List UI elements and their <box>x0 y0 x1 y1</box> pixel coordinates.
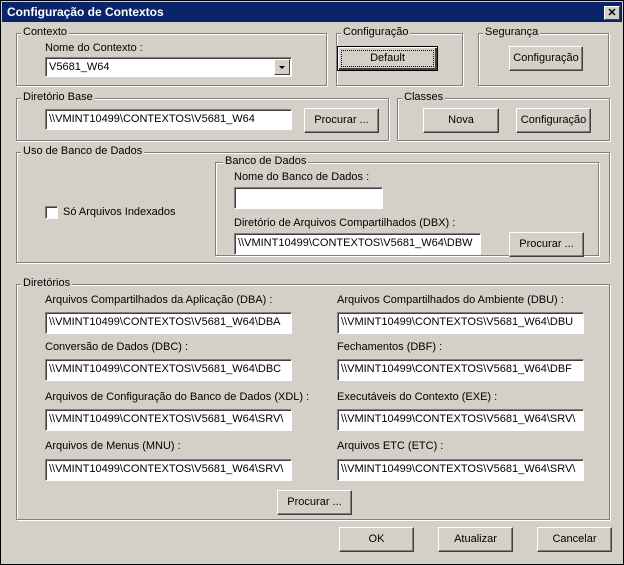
base-directory-value: \\VMINT10499\CONTEXTOS\V5681_W64 <box>49 113 255 125</box>
dbx-value: \\VMINT10499\CONTEXTOS\V5681_W64\DBW <box>238 237 473 249</box>
atualizar-button[interactable]: Atualizar <box>438 527 513 552</box>
dbx-field[interactable]: \\VMINT10499\CONTEXTOS\V5681_W64\DBW <box>234 233 481 255</box>
dbf-field[interactable]: \\VMINT10499\CONTEXTOS\V5681_W64\DBF <box>337 359 584 381</box>
security-config-label: Configuração <box>513 52 579 64</box>
xdl-label: Arquivos de Configuração do Banco de Dad… <box>45 391 310 403</box>
uso-banco-legend: Uso de Banco de Dados <box>21 145 145 158</box>
diretorios-legend: Diretórios <box>21 277 73 290</box>
etc-value: \\VMINT10499\CONTEXTOS\V5681_W64\SRV\ <box>341 463 576 475</box>
seguranca-legend: Segurança <box>483 26 541 39</box>
ok-button[interactable]: OK <box>339 527 414 552</box>
dbc-field[interactable]: \\VMINT10499\CONTEXTOS\V5681_W64\DBC <box>45 359 292 381</box>
dbu-label: Arquivos Compartilhados do Ambiente (DBU… <box>337 294 564 306</box>
security-config-button[interactable]: Configuração <box>509 46 583 71</box>
classes-legend: Classes <box>402 91 446 104</box>
dbc-value: \\VMINT10499\CONTEXTOS\V5681_W64\DBC <box>49 363 282 375</box>
exe-field[interactable]: \\VMINT10499\CONTEXTOS\V5681_W64\SRV\ <box>337 409 584 431</box>
indexed-files-label[interactable]: Só Arquivos Indexados <box>63 206 176 219</box>
db-name-field[interactable] <box>234 187 383 209</box>
dba-value: \\VMINT10499\CONTEXTOS\V5681_W64\DBA <box>49 316 281 328</box>
window-title: Configuração de Contextos <box>7 5 164 19</box>
dba-label: Arquivos Compartilhados da Aplicação (DB… <box>45 294 273 306</box>
xdl-value: \\VMINT10499\CONTEXTOS\V5681_W64\SRV\ <box>49 413 284 425</box>
dbx-label: Diretório de Arquivos Compartilhados (DB… <box>234 217 456 229</box>
dbc-label: Conversão de Dados (DBC) : <box>45 341 189 353</box>
exe-value: \\VMINT10499\CONTEXTOS\V5681_W64\SRV\ <box>341 413 576 425</box>
nova-button[interactable]: Nova <box>423 108 499 133</box>
cancelar-button-label: Cancelar <box>552 533 597 545</box>
dirs-browse-label: Procurar ... <box>287 496 342 508</box>
banco-dados-legend: Banco de Dados <box>223 155 309 168</box>
dba-field[interactable]: \\VMINT10499\CONTEXTOS\V5681_W64\DBA <box>45 312 292 334</box>
close-icon: ✕ <box>607 7 617 19</box>
configuracao-legend: Configuração <box>341 26 411 39</box>
ok-button-label: OK <box>368 533 385 545</box>
db-browse-label: Procurar ... <box>519 238 574 250</box>
dialog-window: Configuração de Contextos ✕ Contexto Nom… <box>0 0 624 565</box>
title-bar[interactable]: Configuração de Contextos ✕ <box>2 2 622 22</box>
focus-rect <box>341 50 434 67</box>
chevron-down-icon[interactable] <box>274 59 290 75</box>
classes-config-button[interactable]: Configuração <box>516 108 591 133</box>
base-browse-button[interactable]: Procurar ... <box>304 108 379 133</box>
dbf-label: Fechamentos (DBF) : <box>337 341 443 353</box>
context-name-value: V5681_W64 <box>49 61 110 73</box>
db-name-label: Nome do Banco de Dados : <box>234 171 370 183</box>
dirs-browse-button[interactable]: Procurar ... <box>277 490 352 515</box>
close-button[interactable]: ✕ <box>604 6 620 20</box>
cancelar-button[interactable]: Cancelar <box>537 527 612 552</box>
db-browse-button[interactable]: Procurar ... <box>509 232 584 257</box>
default-button[interactable]: Default <box>337 46 438 71</box>
xdl-field[interactable]: \\VMINT10499\CONTEXTOS\V5681_W64\SRV\ <box>45 409 292 431</box>
atualizar-button-label: Atualizar <box>454 533 497 545</box>
exe-label: Executáveis do Contexto (EXE) : <box>337 391 498 403</box>
base-browse-label: Procurar ... <box>314 114 369 126</box>
mnu-label: Arquivos de Menus (MNU) : <box>45 440 181 452</box>
dbu-field[interactable]: \\VMINT10499\CONTEXTOS\V5681_W64\DBU <box>337 312 584 334</box>
nova-button-label: Nova <box>448 114 474 126</box>
context-name-label: Nome do Contexto : <box>45 42 143 54</box>
etc-field[interactable]: \\VMINT10499\CONTEXTOS\V5681_W64\SRV\ <box>337 459 584 481</box>
base-directory-field[interactable]: \\VMINT10499\CONTEXTOS\V5681_W64 <box>45 109 292 130</box>
context-name-combobox[interactable]: V5681_W64 <box>45 57 292 77</box>
classes-config-label: Configuração <box>520 114 587 126</box>
mnu-value: \\VMINT10499\CONTEXTOS\V5681_W64\SRV\ <box>49 463 284 475</box>
mnu-field[interactable]: \\VMINT10499\CONTEXTOS\V5681_W64\SRV\ <box>45 459 292 481</box>
etc-label: Arquivos ETC (ETC) : <box>337 440 444 452</box>
indexed-files-checkbox[interactable] <box>45 206 58 219</box>
dbu-value: \\VMINT10499\CONTEXTOS\V5681_W64\DBU <box>341 316 574 328</box>
dbf-value: \\VMINT10499\CONTEXTOS\V5681_W64\DBF <box>341 363 572 375</box>
contexto-legend: Contexto <box>21 26 70 39</box>
diretorio-base-legend: Diretório Base <box>21 91 95 104</box>
